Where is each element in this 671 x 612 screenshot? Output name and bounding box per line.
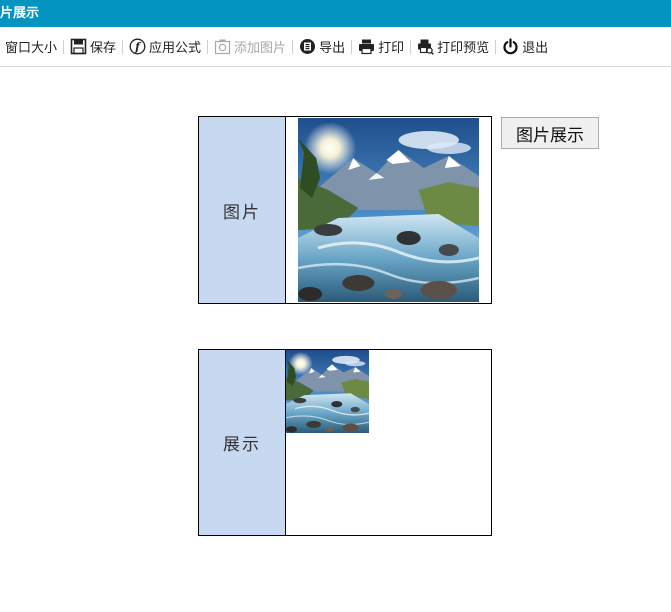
landscape-photo-thumbnail bbox=[286, 350, 369, 433]
print-preview-button[interactable]: 打印预览 bbox=[412, 35, 494, 59]
toolbar-label-export: 导出 bbox=[319, 41, 346, 56]
save-button[interactable]: 保存 bbox=[65, 35, 121, 59]
landscape-photo bbox=[298, 118, 479, 302]
display-field-row: 展示 bbox=[198, 349, 492, 536]
apply-formula-button[interactable]: f 应用公式 bbox=[124, 35, 206, 59]
svg-text:f: f bbox=[134, 41, 142, 54]
toolbar-label-save: 保存 bbox=[90, 41, 117, 56]
toolbar-separator bbox=[63, 39, 65, 54]
save-icon bbox=[70, 38, 87, 55]
image-field-row: 图片 bbox=[198, 116, 492, 304]
toolbar-label-apply-formula: 应用公式 bbox=[149, 41, 202, 56]
toolbar-label-print: 打印 bbox=[378, 41, 405, 56]
export-icon bbox=[300, 39, 316, 54]
toolbar-label-print-preview: 打印预览 bbox=[437, 41, 490, 56]
print-button[interactable]: 打印 bbox=[353, 35, 409, 59]
toolbar-label-exit: 退出 bbox=[522, 41, 549, 56]
exit-button[interactable]: 退出 bbox=[497, 35, 553, 59]
window-title: 片展示 bbox=[0, 6, 40, 21]
camera-icon bbox=[214, 39, 231, 55]
toolbar-separator bbox=[495, 39, 497, 54]
image-field-cell[interactable] bbox=[286, 117, 491, 303]
toolbar-label-window-size: 窗口大小 bbox=[5, 41, 58, 56]
toolbar-separator bbox=[122, 39, 124, 54]
toolbar: 窗口大小 保存 f 应用公式 添加图片 导出 打印 打印预览 退出 bbox=[0, 27, 671, 67]
printer-icon bbox=[359, 39, 375, 55]
display-field-cell bbox=[286, 350, 491, 535]
toolbar-label-add-image: 添加图片 bbox=[234, 41, 287, 56]
display-field-label: 展示 bbox=[199, 350, 286, 535]
window-title-bar: 片展示 bbox=[0, 0, 671, 27]
window-size-button[interactable]: 窗口大小 bbox=[0, 35, 62, 59]
image-field-label: 图片 bbox=[199, 117, 286, 303]
print-preview-icon bbox=[418, 39, 434, 55]
toolbar-separator bbox=[410, 39, 412, 54]
formula-icon: f bbox=[129, 38, 146, 55]
toolbar-separator bbox=[351, 39, 353, 54]
power-icon bbox=[503, 38, 518, 55]
toolbar-separator bbox=[292, 39, 294, 54]
export-button[interactable]: 导出 bbox=[294, 35, 350, 59]
toolbar-separator bbox=[207, 39, 209, 54]
add-image-button[interactable]: 添加图片 bbox=[209, 35, 291, 59]
show-image-button[interactable]: 图片展示 bbox=[501, 117, 599, 149]
